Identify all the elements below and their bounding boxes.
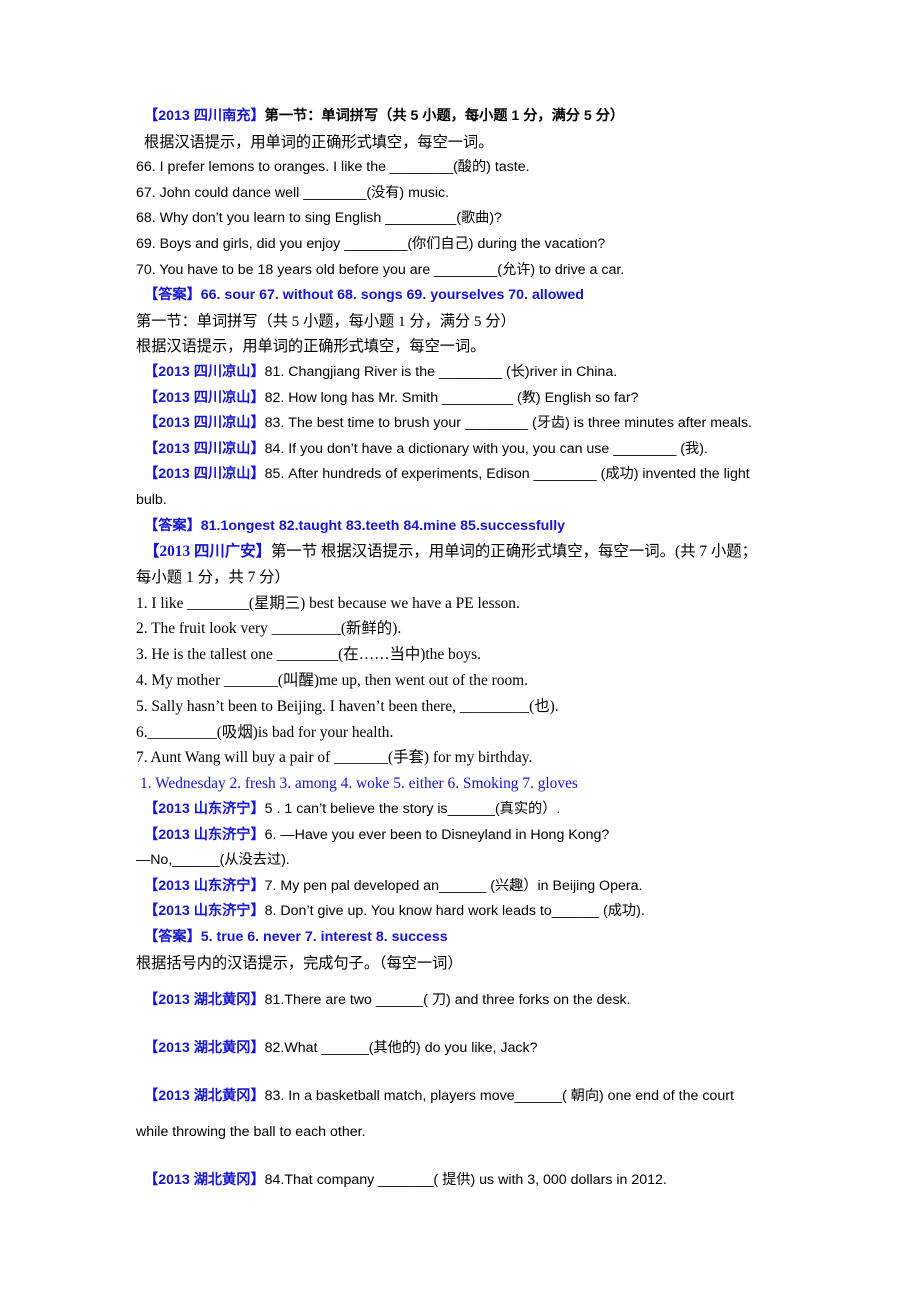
nanchong-answer-line: 【答案】66. sour 67. without 68. songs 69. y…	[136, 283, 802, 309]
province-tag-huanggang-81: 【2013 湖北黄冈】	[144, 992, 265, 1009]
province-tag-liangshan-85: 【2013 四川凉山】	[144, 466, 265, 483]
huanggang-item-83: 【2013 湖北黄冈】83. In a basketball match, pl…	[136, 1078, 802, 1114]
nanchong-item-66: 66. I prefer lemons to oranges. I like t…	[136, 159, 530, 176]
province-tag-liangshan-82: 【2013 四川凉山】	[144, 389, 265, 406]
province-tag-jining-8: 【2013 山东济宁】	[144, 903, 265, 920]
jining-item-7: 【2013 山东济宁】7. My pen pal developed an___…	[136, 874, 802, 900]
huanggang-gap-3	[136, 1150, 802, 1162]
liangshan-item-82: 【2013 四川凉山】82. How long has Mr. Smith __…	[136, 386, 802, 412]
huanggang-item-82: 【2013 湖北黄冈】82.What ______(其他的) do you li…	[136, 1030, 802, 1066]
guangan-heading-text: 第一节 根据汉语提示，用单词的正确形式填空，每空一词。(共 7 小题；	[270, 543, 758, 561]
liangshan-item-85-text: 85. After hundreds of experiments, Ediso…	[264, 466, 750, 483]
jining-item-6-continuation: —No,______(从没去过).	[136, 852, 290, 869]
nanchong-item-70: 70. You have to be 18 years old before y…	[136, 261, 625, 278]
liangshan-item-83: 【2013 四川凉山】83. The best time to brush yo…	[136, 411, 802, 437]
jining-closing-instruction: 根据括号内的汉语提示，完成句子。（每空一词）	[136, 954, 463, 972]
liangshan-heading: 第一节：单词拼写（共 5 小题，每小题 1 分，满分 5 分）	[136, 312, 516, 330]
liangshan-item-81-text: 81. Changjiang River is the ________ (长)…	[264, 363, 618, 380]
jining-item-5: 【2013 山东济宁】5 . 1 can’t believe the story…	[136, 797, 802, 823]
guangan-item-3: 3. He is the tallest one ________(在……当中)…	[136, 646, 481, 664]
guangan-item-5: 5. Sally hasn’t been to Beijing. I haven…	[136, 697, 559, 715]
answer-label-nanchong: 【答案】	[144, 287, 201, 304]
answer-body-liangshan: 81.1ongest 82.taught 83.teeth 84.mine 85…	[200, 517, 566, 534]
jining-item-6: 【2013 山东济宁】6. —Have you ever been to Dis…	[136, 823, 802, 849]
guangan-item-4: 4. My mother _______(叫醒)me up, then went…	[136, 672, 528, 690]
liangshan-item-83-text: 83. The best time to brush your ________…	[264, 415, 752, 432]
province-tag-jining-6: 【2013 山东济宁】	[144, 826, 265, 843]
nanchong-item-69: 69. Boys and girls, did you enjoy ______…	[136, 235, 606, 252]
jining-item-8-text: 8. Don’t give up. You know hard work lea…	[264, 903, 645, 920]
huanggang-item-83-continuation: while throwing the ball to each other.	[136, 1124, 366, 1141]
guangan-item-2: 2. The fruit look very _________(新鲜的).	[136, 620, 402, 638]
document-page: 【2013 四川南充】第一节：单词拼写（共 5 小题，每小题 1 分，满分 5 …	[0, 0, 920, 1302]
guangan-heading-line: 【2013 四川广安】第一节 根据汉语提示，用单词的正确形式填空，每空一词。(共…	[136, 539, 802, 565]
guangan-heading-line2: 每小题 1 分，共 7 分）	[136, 568, 290, 586]
liangshan-item-84-text: 84. If you don’t have a dictionary with …	[264, 440, 708, 457]
huanggang-item-81-text: 81.There are two ______( 刀) and three fo…	[264, 992, 631, 1009]
nanchong-instruction: 根据汉语提示，用单词的正确形式填空，每空一词。	[144, 133, 494, 151]
liangshan-item-85: 【2013 四川凉山】85. After hundreds of experim…	[136, 462, 802, 488]
province-tag-liangshan-83: 【2013 四川凉山】	[144, 415, 265, 432]
jining-answer-line: 【答案】5. true 6. never 7. interest 8. succ…	[136, 925, 802, 951]
guangan-item-6: 6._________(吸烟)is bad for your health.	[136, 723, 394, 741]
liangshan-answer-line: 【答案】81.1ongest 82.taught 83.teeth 84.min…	[136, 514, 802, 540]
province-tag-liangshan-84: 【2013 四川凉山】	[144, 440, 265, 457]
jining-item-7-text: 7. My pen pal developed an______ (兴趣）in …	[264, 877, 643, 894]
province-tag-huanggang-82: 【2013 湖北黄冈】	[144, 1040, 265, 1057]
jining-item-6-text: 6. —Have you ever been to Disneyland in …	[264, 826, 610, 843]
nanchong-item-68: 68. Why don’t you learn to sing English …	[136, 210, 502, 227]
huanggang-item-83-text: 83. In a basketball match, players move_…	[264, 1088, 734, 1105]
liangshan-item-84: 【2013 四川凉山】84. If you don’t have a dicti…	[136, 437, 802, 463]
answer-label-jining: 【答案】	[144, 929, 201, 946]
province-tag-huanggang-83: 【2013 湖北黄冈】	[144, 1088, 265, 1105]
guangan-item-7: 7. Aunt Wang will buy a pair of _______(…	[136, 749, 533, 767]
province-tag-huanggang-84: 【2013 湖北黄冈】	[144, 1172, 265, 1189]
huanggang-item-82-text: 82.What ______(其他的) do you like, Jack?	[264, 1040, 538, 1057]
nanchong-heading-text: 第一节：单词拼写（共 5 小题，每小题 1 分，满分 5 分）	[264, 108, 625, 124]
section-huanggang: 【2013 湖北黄冈】81.There are two ______( 刀) a…	[136, 982, 802, 1198]
liangshan-instruction: 根据汉语提示，用单词的正确形式填空，每空一词。	[136, 338, 486, 356]
huanggang-item-81: 【2013 湖北黄冈】81.There are two ______( 刀) a…	[136, 982, 802, 1018]
section-nanchong: 【2013 四川南充】第一节：单词拼写（共 5 小题，每小题 1 分，满分 5 …	[136, 104, 802, 309]
huanggang-item-84: 【2013 湖北黄冈】84.That company _______( 提供) …	[136, 1162, 802, 1198]
province-tag-jining-5: 【2013 山东济宁】	[144, 801, 265, 818]
liangshan-item-85-continuation: bulb.	[136, 491, 167, 508]
section-jining: 【2013 山东济宁】5 . 1 can’t believe the story…	[136, 797, 802, 976]
huanggang-gap-2	[136, 1066, 802, 1078]
answer-body-nanchong: 66. sour 67. without 68. songs 69. yours…	[200, 287, 584, 304]
nanchong-heading-line: 【2013 四川南充】第一节：单词拼写（共 5 小题，每小题 1 分，满分 5 …	[136, 104, 802, 130]
huanggang-gap-1	[136, 1018, 802, 1030]
province-tag-nanchong: 【2013 四川南充】	[144, 108, 265, 124]
province-tag-liangshan-81: 【2013 四川凉山】	[144, 363, 265, 380]
nanchong-item-67: 67. John could dance well ________(没有) m…	[136, 184, 450, 201]
guangan-answer-line: 1. Wednesday 2. fresh 3. among 4. woke 5…	[140, 775, 578, 793]
huanggang-item-84-text: 84.That company _______( 提供) us with 3, …	[264, 1172, 667, 1189]
liangshan-item-81: 【2013 四川凉山】81. Changjiang River is the _…	[136, 360, 802, 386]
section-guangan: 【2013 四川广安】第一节 根据汉语提示，用单词的正确形式填空，每空一词。(共…	[136, 539, 802, 797]
jining-item-5-text: 5 . 1 can’t believe the story is______(真…	[264, 801, 561, 818]
guangan-item-1: 1. I like ________(星期三) best because we …	[136, 594, 520, 612]
answer-label-liangshan: 【答案】	[144, 517, 201, 534]
section-liangshan: 第一节：单词拼写（共 5 小题，每小题 1 分，满分 5 分） 根据汉语提示，用…	[136, 309, 802, 539]
jining-item-8: 【2013 山东济宁】8. Don’t give up. You know ha…	[136, 899, 802, 925]
province-tag-guangan: 【2013 四川广安】	[144, 543, 271, 561]
answer-body-jining: 5. true 6. never 7. interest 8. success	[200, 929, 448, 946]
liangshan-item-82-text: 82. How long has Mr. Smith _________ (教)…	[264, 389, 639, 406]
province-tag-jining-7: 【2013 山东济宁】	[144, 877, 265, 894]
